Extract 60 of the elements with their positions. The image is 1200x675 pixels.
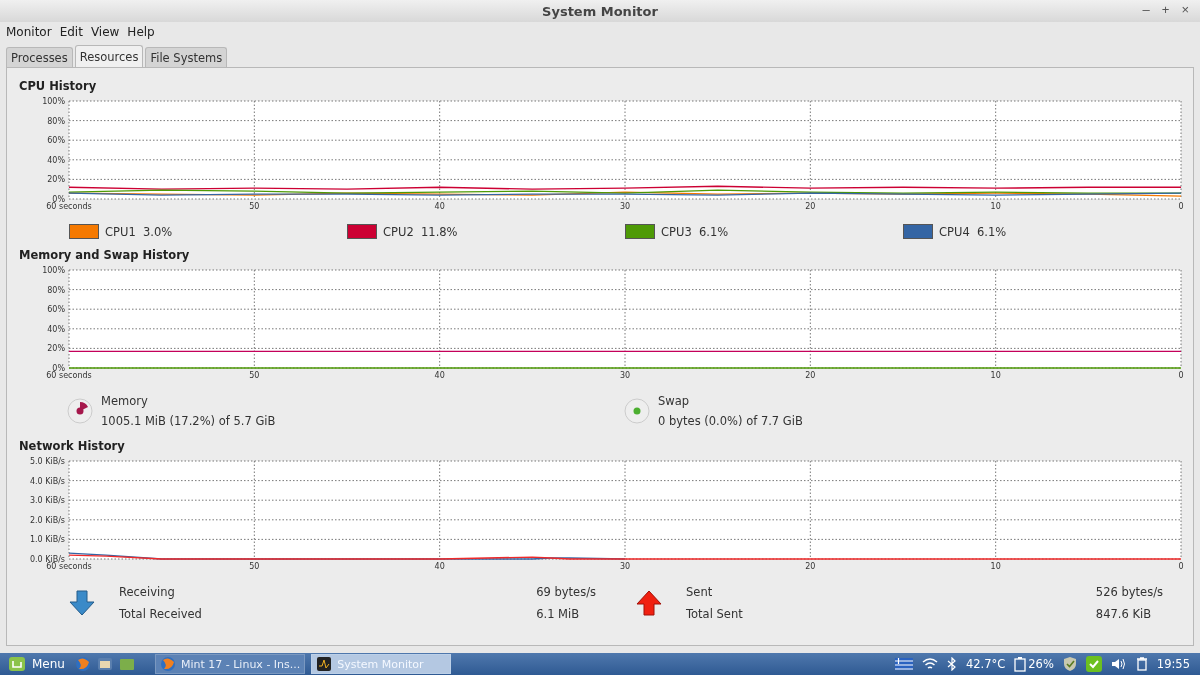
clock: 19:55 xyxy=(1156,657,1190,671)
battery-text: 26% xyxy=(1028,657,1054,671)
axis-label: 60% xyxy=(47,136,65,146)
axis-label: 0 xyxy=(1178,202,1184,211)
axis-label: 0 xyxy=(1178,562,1184,571)
axis-label: 10 xyxy=(990,562,1001,571)
axis-label: 100% xyxy=(42,97,65,106)
axis-label: 50 xyxy=(249,371,260,380)
axis-label: 50 xyxy=(249,562,260,571)
axis-label: 30 xyxy=(619,371,631,380)
legend-label: CPU4 6.1% xyxy=(939,224,1007,239)
axis-label: 20 xyxy=(805,371,816,380)
stat-value: 6.1 MiB xyxy=(536,607,581,621)
stat-value: 526 bytes/s xyxy=(1095,585,1163,599)
axis-label: 20 xyxy=(805,562,816,571)
axis-label: 10 xyxy=(990,202,1001,211)
legend-label: CPU1 3.0% xyxy=(105,224,173,239)
axis-label: 50 xyxy=(249,202,260,211)
axis-label: 4.0 KiB/s xyxy=(29,476,65,486)
axis-label: 0.0 KiB/s xyxy=(29,555,65,564)
stat-label: Sent xyxy=(686,585,714,599)
axis-label: 60 seconds xyxy=(46,562,92,571)
axis-label: 10 xyxy=(990,371,1001,380)
axis-label: 40 xyxy=(434,562,445,571)
axis-label: 2.0 KiB/s xyxy=(29,515,65,525)
stat-label: Total Received xyxy=(119,607,203,621)
legend-label: Swap xyxy=(658,394,691,408)
axis-label: 1.0 KiB/s xyxy=(29,535,65,545)
axis-label: 30 xyxy=(619,202,631,211)
stat-label: Total Sent xyxy=(686,607,744,621)
legend-label: CPU2 11.8% xyxy=(383,224,458,239)
usage-text: 1005.1 MiB (17.2%) of 5.7 GiB xyxy=(101,414,276,428)
stat-value: 69 bytes/s xyxy=(536,585,596,599)
axis-label: 0 xyxy=(1178,371,1184,380)
axis-label: 80% xyxy=(47,116,65,126)
stat-value: 847.6 KiB xyxy=(1095,607,1153,621)
axis-label: 100% xyxy=(42,266,65,275)
section-heading: CPU History xyxy=(19,79,98,93)
axis-label: 20% xyxy=(47,175,65,185)
section-heading: Network History xyxy=(19,439,126,453)
axis-label: 60% xyxy=(47,305,65,315)
usage-text: 0 bytes (0.0%) of 7.7 GiB xyxy=(658,414,803,428)
temperature-text: 42.7°C xyxy=(965,657,1006,671)
axis-label: 40 xyxy=(434,202,445,211)
axis-label: 20 xyxy=(805,202,816,211)
axis-label: 20% xyxy=(47,344,65,354)
axis-label: 60 seconds xyxy=(46,202,92,211)
axis-label: 40 xyxy=(434,371,445,380)
legend-label: Memory xyxy=(101,394,149,408)
legend-label: CPU3 6.1% xyxy=(661,224,729,239)
axis-label: 40% xyxy=(47,324,65,334)
axis-label: 5.0 KiB/s xyxy=(29,457,65,466)
stat-label: Receiving xyxy=(119,585,176,599)
section-heading: Memory and Swap History xyxy=(19,248,191,262)
axis-label: 30 xyxy=(619,562,631,571)
window-title: System Monitor xyxy=(542,3,658,19)
axis-label: 3.0 KiB/s xyxy=(29,496,65,506)
axis-label: 40% xyxy=(47,155,65,165)
axis-label: 60 seconds xyxy=(46,371,92,380)
axis-label: 80% xyxy=(47,285,65,295)
